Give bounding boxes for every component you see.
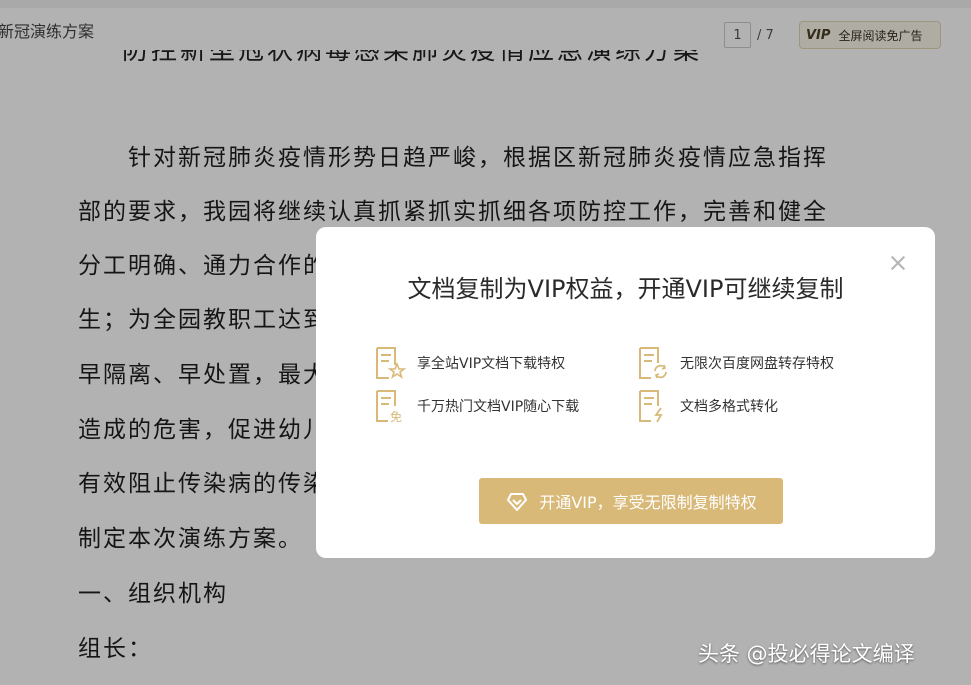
benefit-item: 文档多格式转化	[634, 388, 778, 424]
watermark-text: 头条 @投必得论文编译	[698, 642, 915, 666]
benefit-label: 无限次百度网盘转存特权	[680, 356, 834, 372]
open-vip-button[interactable]: 开通VIP，享受无限制复制特权	[479, 478, 783, 524]
open-vip-label: 开通VIP，享受无限制复制特权	[539, 493, 757, 512]
dialog-title: 文档复制为VIP权益，开通VIP可继续复制	[407, 275, 844, 303]
benefit-item: 享全站VIP文档下载特权	[371, 345, 565, 381]
doc-convert-icon	[639, 390, 663, 423]
benefit-item: 无限次百度网盘转存特权	[634, 345, 834, 381]
doc-free-icon: 免	[376, 390, 402, 424]
benefit-label: 享全站VIP文档下载特权	[417, 356, 566, 372]
svg-text:免: 免	[390, 409, 402, 424]
doc-refresh-icon	[639, 347, 667, 379]
benefit-label: 千万热门文档VIP随心下载	[417, 399, 580, 415]
benefit-item: 免 千万热门文档VIP随心下载	[371, 388, 579, 424]
diamond-heart-icon	[507, 493, 528, 511]
doc-star-icon	[376, 347, 407, 379]
vip-copy-dialog: 文档复制为VIP权益，开通VIP可继续复制 享全站VIP文档下载特权 无限次百度…	[316, 227, 935, 558]
benefit-label: 文档多格式转化	[680, 399, 778, 415]
